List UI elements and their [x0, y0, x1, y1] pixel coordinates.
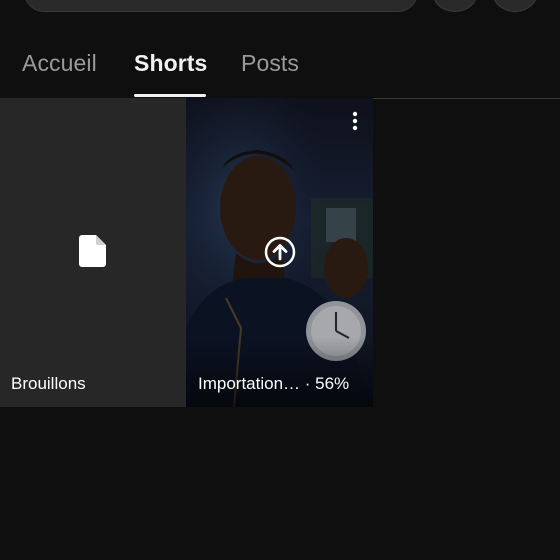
upload-arrow-icon	[264, 236, 296, 268]
upload-progress-label: Importation… · 56%	[198, 374, 350, 393]
tab-accueil[interactable]: Accueil	[22, 50, 97, 77]
drafts-tile[interactable]: Brouillons	[0, 98, 186, 407]
search-bar[interactable]	[24, 0, 418, 12]
label-shade	[186, 337, 373, 407]
channel-tabs: Accueil Shorts Posts	[0, 44, 560, 99]
channel-screen: Accueil Shorts Posts Brouillons Importat…	[0, 0, 560, 560]
tab-shorts[interactable]: Shorts	[134, 50, 207, 77]
top-action-button[interactable]	[492, 0, 538, 12]
more-vert-icon[interactable]	[347, 110, 363, 132]
drafts-label: Brouillons	[11, 374, 86, 393]
uploading-short-tile[interactable]: Importation… · 56%	[186, 98, 373, 407]
tab-posts[interactable]: Posts	[241, 50, 299, 77]
top-action-button[interactable]	[432, 0, 478, 12]
document-icon	[79, 235, 106, 267]
active-tab-indicator	[134, 94, 206, 97]
